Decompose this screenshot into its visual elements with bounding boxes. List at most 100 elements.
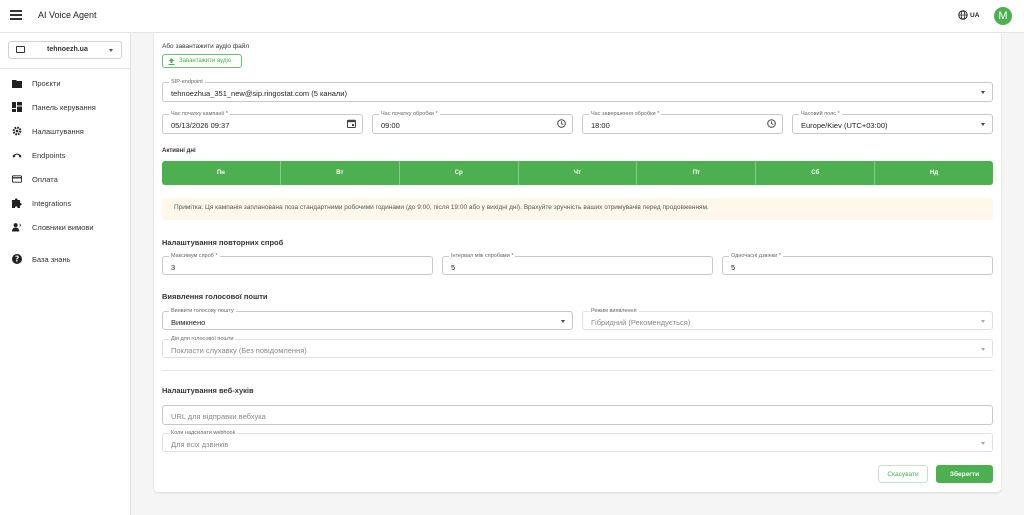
clock-icon[interactable] — [557, 119, 566, 128]
retry-settings-title: Налаштування повторних спроб — [162, 238, 284, 247]
menu-icon[interactable] — [10, 10, 22, 20]
day-toggle-fri[interactable]: Пт — [637, 161, 757, 185]
timezone-select[interactable]: Часовий пояс * Europe/Kiev (UTC+03:00) — [792, 111, 993, 134]
timezone-value: Europe/Kiev (UTC+03:00) — [801, 121, 888, 130]
retry-interval-label: Інтервал між спробами * — [449, 253, 516, 260]
divider — [162, 32, 993, 33]
detection-mode-value: Гібридний (Рекомендується) — [591, 318, 691, 327]
voicemail-action-select[interactable]: Дія для голосової пошти Покласти слухавк… — [162, 336, 993, 358]
credit-card-icon — [12, 174, 22, 184]
campaign-start-field[interactable]: Час початку кампанії * 05/13/2026 09:37 — [162, 111, 363, 134]
webhook-when-label: Коли надсилати webhook — [169, 430, 238, 437]
clock-icon[interactable] — [767, 119, 776, 128]
concurrent-calls-value: 5 — [731, 263, 736, 272]
top-app-bar: AI Voice Agent UA M — [0, 0, 1024, 33]
sip-endpoint-value: tehnoezhua_351_new@sip.ringostat.com (5 … — [171, 89, 347, 98]
globe-icon — [958, 10, 968, 20]
day-toggle-wed[interactable]: Ср — [400, 161, 519, 185]
sidebar-item-label: Проєкти — [32, 79, 61, 88]
processing-end-field[interactable]: Час завершення обробки * 18:00 — [582, 111, 783, 134]
sidebar-item-label: Endpoints — [32, 151, 66, 160]
chevron-down-icon — [981, 123, 985, 126]
project-name: tehnoezh.ua — [47, 46, 88, 53]
dashboard-icon — [12, 102, 22, 112]
cancel-button[interactable]: Скасувати — [878, 465, 928, 483]
webhook-when-value: Для всіх дзвінків — [171, 440, 229, 449]
sidebar: tehnoezh.ua Проєкти Панель керування Нал… — [0, 33, 131, 515]
upload-audio-label: Завантажити аудіо — [179, 58, 232, 64]
sidebar-item-label: База знань — [32, 255, 71, 264]
voice-icon — [12, 222, 22, 232]
chevron-down-icon — [981, 442, 985, 445]
phone-icon — [12, 150, 22, 160]
voicemail-detect-select[interactable]: Виявити голосову пошту Вимкнено — [162, 308, 573, 330]
day-toggle-sat[interactable]: Сб — [756, 161, 876, 185]
calendar-icon[interactable] — [347, 119, 356, 128]
gear-icon — [12, 126, 22, 136]
processing-end-value: 18:00 — [591, 121, 610, 130]
sidebar-item-label: Оплата — [32, 175, 58, 184]
divider — [0, 68, 130, 69]
save-button[interactable]: Зберегти — [936, 465, 993, 483]
sidebar-item-knowledge-base[interactable]: ? База знань — [0, 251, 130, 269]
language-code: UA — [970, 11, 980, 19]
timezone-label: Часовий пояс * — [799, 111, 842, 118]
sidebar-item-billing[interactable]: Оплата — [0, 171, 130, 189]
max-attempts-field[interactable]: Максимум спроб * 3 — [162, 253, 433, 275]
svg-text:?: ? — [15, 255, 19, 264]
sidebar-item-endpoints[interactable]: Endpoints — [0, 147, 130, 165]
app-title: AI Voice Agent — [38, 10, 97, 20]
day-toggle-mon[interactable]: Пн — [162, 161, 281, 185]
upload-icon — [168, 57, 175, 65]
puzzle-icon — [12, 198, 22, 208]
campaign-start-label: Час початку кампанії * — [169, 111, 230, 118]
help-icon: ? — [12, 254, 22, 264]
max-attempts-label: Максимум спроб * — [169, 253, 220, 260]
sidebar-item-integrations[interactable]: Integrations — [0, 195, 130, 213]
folder-icon — [12, 78, 22, 88]
voicemail-detect-label: Виявити голосову пошту — [169, 308, 236, 315]
voicemail-detection-title: Виявлення голосової пошти — [162, 292, 268, 301]
retry-interval-value: 5 — [451, 263, 456, 272]
chevron-down-icon — [981, 320, 985, 323]
sidebar-item-pronunciation[interactable]: Словники вимови — [0, 219, 130, 237]
language-switcher[interactable]: UA — [958, 10, 979, 20]
concurrent-calls-label: Одночасні дзвінки * — [729, 253, 783, 260]
webhook-when-select[interactable]: Коли надсилати webhook Для всіх дзвінків — [162, 430, 993, 452]
active-days-toggle-group: Пн Вт Ср Чт Пт Сб Нд — [162, 161, 993, 185]
webhook-settings-title: Налаштування веб-хуків — [162, 386, 254, 395]
processing-end-label: Час завершення обробки * — [589, 111, 662, 118]
sidebar-item-label: Панель керування — [32, 103, 96, 112]
upload-audio-button[interactable]: Завантажити аудіо — [162, 54, 242, 68]
detection-mode-label: Режим виявлення — [589, 308, 639, 315]
chevron-down-icon — [561, 320, 565, 323]
retry-interval-field[interactable]: Інтервал між спробами * 5 — [442, 253, 713, 275]
chevron-down-icon — [981, 348, 985, 351]
max-attempts-value: 3 — [171, 263, 176, 272]
campaign-form-card: Або завантажити аудіо файл Завантажити а… — [154, 32, 1001, 492]
day-toggle-sun[interactable]: Нд — [875, 161, 993, 185]
sidebar-item-settings[interactable]: Налаштування — [0, 123, 130, 141]
upload-heading: Або завантажити аудіо файл — [162, 43, 250, 50]
day-toggle-thu[interactable]: Чт — [519, 161, 638, 185]
day-toggle-tue[interactable]: Вт — [281, 161, 400, 185]
chevron-down-icon — [109, 49, 113, 52]
detection-mode-select[interactable]: Режим виявлення Гібридний (Рекомендуєтьс… — [582, 308, 993, 330]
campaign-start-value: 05/13/2026 09:37 — [171, 121, 230, 130]
sip-endpoint-label: SIP-endpoint — [169, 79, 205, 86]
voicemail-action-label: Дія для голосової пошти — [169, 336, 236, 343]
voicemail-action-value: Покласти слухавку (Без повідомлення) — [171, 346, 307, 355]
webhook-url-input[interactable]: URL для відправки вебхука — [162, 405, 993, 425]
sidebar-item-label: Налаштування — [32, 127, 84, 136]
active-days-label: Активні дні — [162, 148, 196, 154]
avatar[interactable]: M — [994, 7, 1012, 25]
sidebar-item-label: Словники вимови — [32, 223, 94, 232]
sip-endpoint-select[interactable]: SIP-endpoint tehnoezhua_351_new@sip.ring… — [162, 79, 993, 102]
processing-start-field[interactable]: Час початку обробки * 09:00 — [372, 111, 573, 134]
sidebar-item-dashboard[interactable]: Панель керування — [0, 99, 130, 117]
project-selector[interactable]: tehnoezh.ua — [8, 41, 122, 59]
voicemail-detect-value: Вимкнено — [171, 318, 206, 327]
concurrent-calls-field[interactable]: Одночасні дзвінки * 5 — [722, 253, 993, 275]
processing-start-value: 09:00 — [381, 121, 400, 130]
sidebar-item-projects[interactable]: Проєкти — [0, 75, 130, 93]
